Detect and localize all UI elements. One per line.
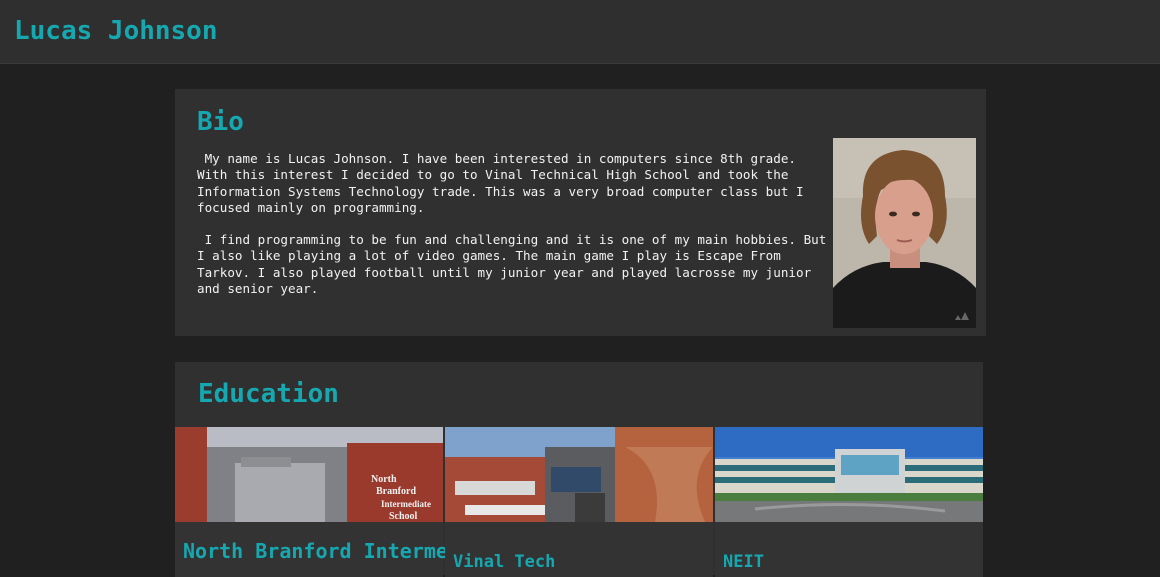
bio-paragraph: I find programming to be fun and challen… [197, 232, 834, 297]
school-card-north-branford[interactable]: North Branford Intermediate School North… [175, 427, 592, 577]
portrait-image [833, 138, 976, 328]
bio-section: Bio My name is Lucas Johnson. I have bee… [175, 89, 986, 336]
portrait-photo [833, 138, 976, 328]
school-card-vinal-tech[interactable]: Vinal Tech [445, 427, 713, 577]
school-card-neit[interactable]: NEIT [715, 427, 983, 577]
sign-word: Intermediate [381, 499, 431, 509]
education-heading: Education [198, 379, 339, 409]
sign-word: North [371, 474, 397, 485]
school-photo-north-branford: North Branford Intermediate School [175, 427, 443, 522]
school-name: NEIT [723, 552, 764, 572]
education-section: Education North Branford Intermediate Sc… [175, 362, 983, 577]
sign-word: School [389, 511, 418, 522]
site-title: Lucas Johnson [14, 16, 218, 46]
school-photo-vinal-tech [445, 427, 713, 522]
bio-heading: Bio [197, 107, 244, 137]
bio-paragraph: My name is Lucas Johnson. I have been in… [197, 151, 812, 215]
school-name: Vinal Tech [453, 552, 556, 572]
bio-text: My name is Lucas Johnson. I have been in… [197, 151, 829, 313]
school-photo-neit [715, 427, 983, 522]
sign-word: Branford [376, 486, 416, 497]
site-header: Lucas Johnson [0, 0, 1160, 64]
